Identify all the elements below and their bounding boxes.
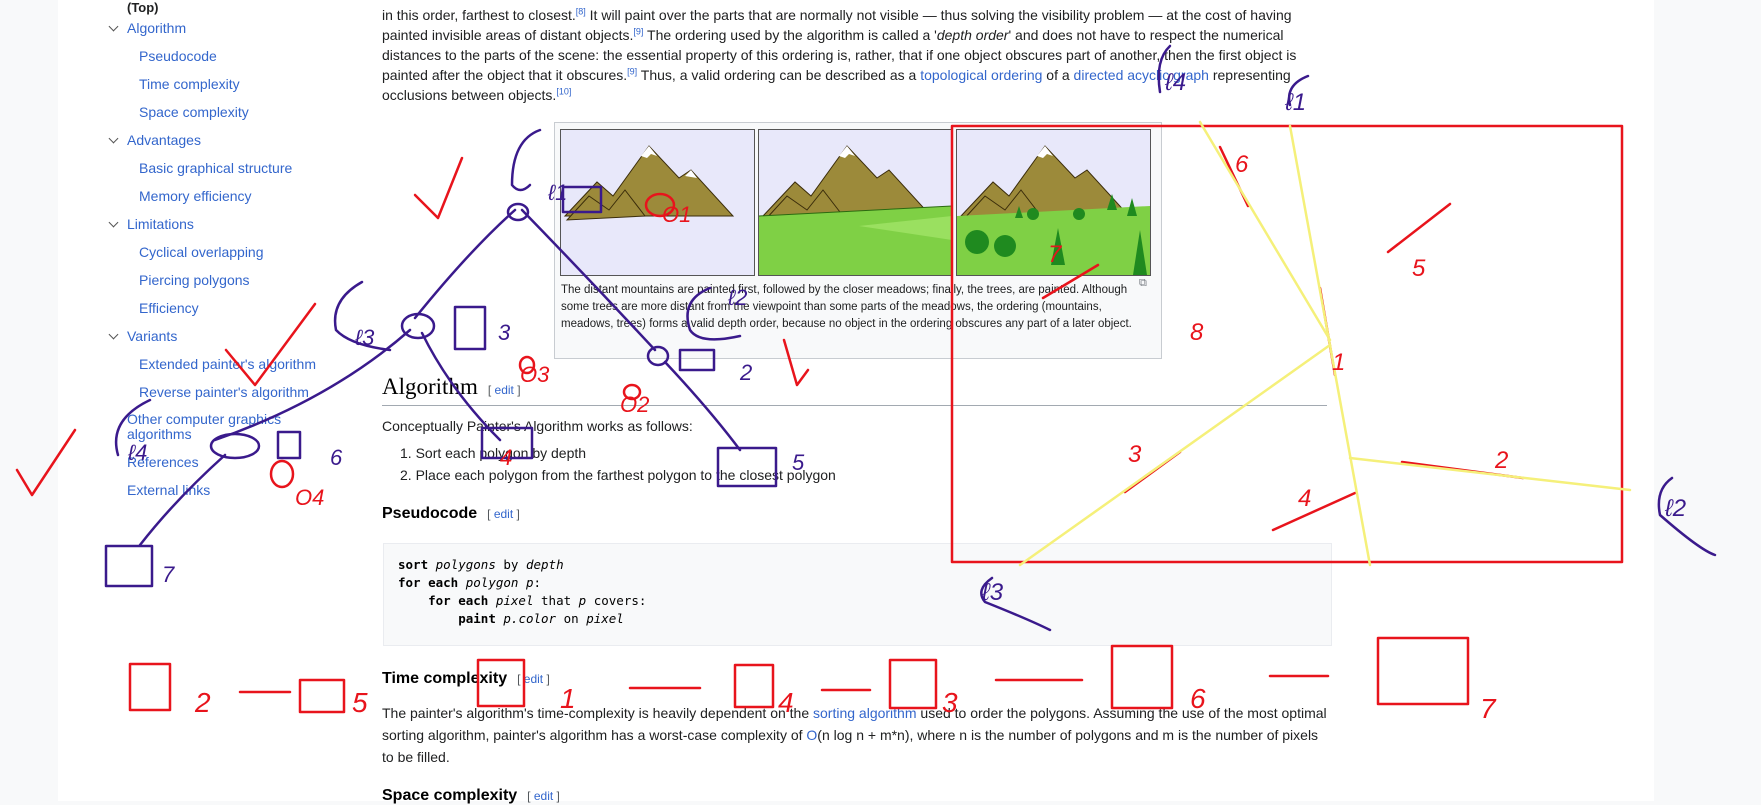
toc-item[interactable]: Piercing polygons [139,272,250,288]
toc-item[interactable]: Extended painter's algorithm [139,356,316,372]
toc-item[interactable]: Variants [127,328,177,344]
algorithm-edit-link[interactable]: edit [495,383,514,397]
toc-item[interactable]: Limitations [127,216,194,232]
citation-8[interactable]: [8] [576,6,586,16]
pseudocode-text: sort polygons by depth for each polygon … [398,557,647,626]
figure-caption: The distant mountains are painted first,… [561,284,1132,330]
painters-figure: The distant mountains are painted first,… [554,122,1162,359]
space-complexity-heading: Space complexity[ edit ] [382,787,560,804]
toc-item[interactable]: Algorithm [127,20,186,36]
sorting-algorithm-link[interactable]: sorting algorithm [813,705,917,721]
toc-item[interactable]: External links [127,482,210,498]
enlarge-icon[interactable]: ⧉ [1139,277,1147,290]
l2-right-glyph [1657,476,1717,557]
intro-line-1: in this order, farthest to closest.[8] I… [382,6,1292,23]
toc-item[interactable]: Space complexity [139,104,249,120]
citation-10[interactable]: [10] [556,86,571,96]
figure-panel-mountains[interactable] [560,129,755,276]
time-line-3: to be filled. [382,749,450,765]
diagram-label: ℓ2 [1664,495,1686,522]
intro-line-2: painted invisible areas of distant objec… [382,26,1284,43]
time-line-1: The painter's algorithm's time-complexit… [382,705,1327,721]
big-o-link[interactable]: O [806,727,817,743]
toc-item[interactable]: Advantages [127,132,201,148]
toc-item[interactable]: Cyclical overlapping [139,244,264,260]
toc-top-link[interactable]: (Top) [127,0,159,15]
pseudocode-heading: Pseudocode[ edit ] [382,505,520,522]
toc-item[interactable]: References [127,454,199,470]
algorithm-heading-rule [382,405,1327,406]
toc-item[interactable]: Other computer graphics algorithms [127,412,297,442]
toc-item[interactable]: Memory efficiency [139,188,252,204]
toc-item[interactable]: Time complexity [139,76,240,92]
algorithm-step-2: 2. Place each polygon from the farthest … [400,467,836,483]
intro-line-5: occlusions between objects.[10] [382,86,572,103]
article-page [58,0,1654,801]
algorithm-intro: Conceptually Painter's Algorithm works a… [382,418,693,434]
toc-item[interactable]: Efficiency [139,300,199,316]
toc-item[interactable]: Reverse painter's algorithm [139,384,309,400]
algorithm-steps: 1. Sort each polygon by depth 2. Place e… [400,442,1100,486]
topological-ordering-link[interactable]: topological ordering [920,67,1042,83]
pseudocode-edit-link[interactable]: edit [494,507,513,521]
directed-acyclic-graph-link[interactable]: directed acyclic graph [1074,67,1209,83]
time-complexity-paragraph: The painter's algorithm's time-complexit… [382,702,1332,768]
figure-panel-trees[interactable] [956,129,1151,276]
time-complexity-heading: Time complexity[ edit ] [382,670,550,687]
algorithm-heading: Algorithm[ edit ] [382,374,521,399]
pseudocode-block: sort polygons by depth for each polygon … [383,543,1332,646]
figure-panel-meadows[interactable] [758,129,953,276]
intro-line-4: painted after the object that it obscure… [382,66,1291,83]
toc-item[interactable]: Pseudocode [139,48,217,64]
citation-9[interactable]: [9] [633,26,643,36]
algorithm-step-1: 1. Sort each polygon by depth [400,445,587,461]
intro-line-3: distances to the parts of the scene: the… [382,47,1297,63]
time-line-2: sorting algorithm, painter's algorithm h… [382,727,1319,743]
time-complexity-edit-link[interactable]: edit [524,672,543,686]
intro-paragraph: in this order, farthest to closest.[8] I… [382,4,1332,106]
toc-item[interactable]: Basic graphical structure [139,160,292,176]
citation-9b[interactable]: [9] [627,66,637,76]
